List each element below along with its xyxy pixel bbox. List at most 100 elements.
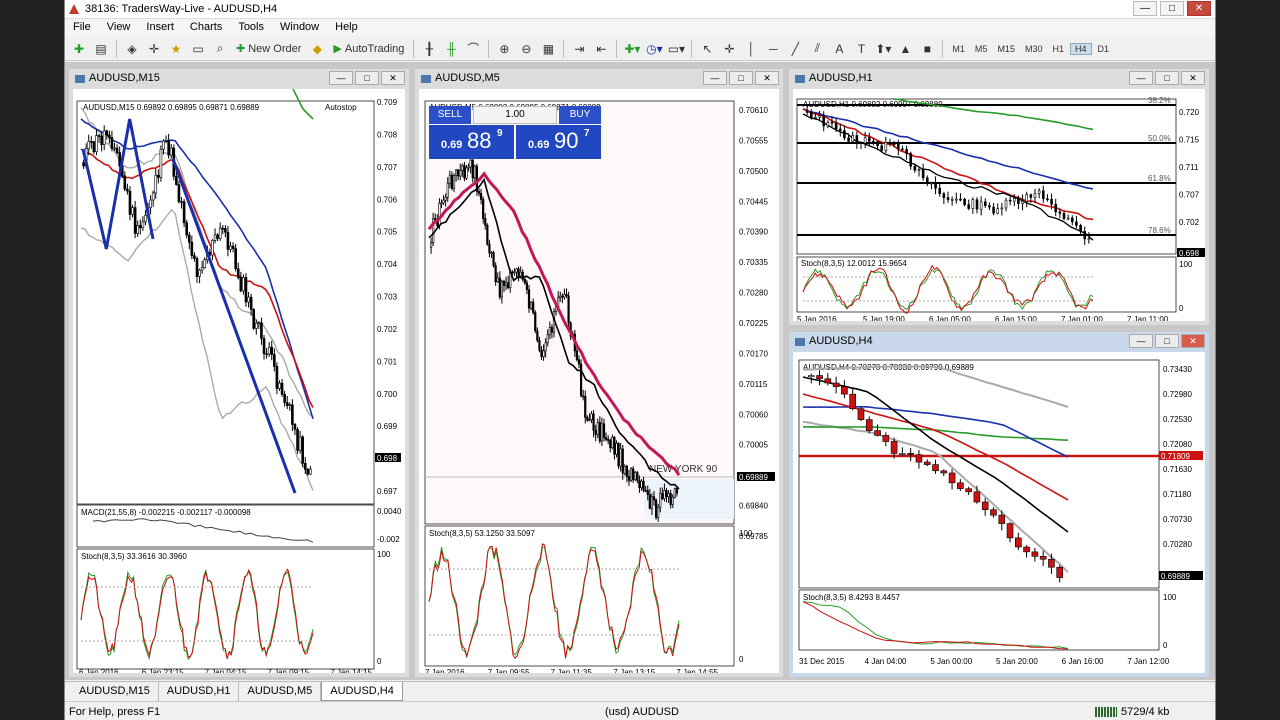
price-axis-label: 0.720 [1179, 108, 1200, 117]
candle [636, 472, 639, 481]
menu-window[interactable]: Window [272, 19, 327, 36]
label-icon[interactable]: T [851, 39, 871, 59]
chart-close-button[interactable]: ✕ [381, 71, 405, 85]
vertical-line-icon[interactable]: │ [741, 39, 761, 59]
menu-help[interactable]: Help [327, 19, 366, 36]
zoom-out-icon[interactable]: ⊖ [516, 39, 536, 59]
sell-price-button[interactable]: 0.69 88 9 [429, 125, 514, 159]
buy-button[interactable]: BUY [559, 106, 601, 124]
chart-info: AUDUSD,M15 0.69892 0.69895 0.69871 0.698… [83, 103, 260, 112]
menu-insert[interactable]: Insert [138, 19, 182, 36]
triangle-icon[interactable]: ▲ [895, 39, 915, 59]
zoom-in-icon[interactable]: ⊕ [494, 39, 514, 59]
price-axis-label: 0.72080 [1163, 440, 1192, 449]
tf-m15[interactable]: M15 [993, 44, 1019, 54]
candle [211, 240, 214, 256]
ma-fast [802, 376, 1069, 533]
tab-audusd-m15[interactable]: AUDUSD,M15 [71, 682, 159, 701]
menu-view[interactable]: View [99, 19, 139, 36]
chart-maximize-button[interactable]: □ [1155, 334, 1179, 348]
chart-close-button[interactable]: ✕ [1181, 334, 1205, 348]
candle [507, 282, 510, 288]
arrows-icon[interactable]: ⬆▾ [873, 39, 893, 59]
menu-tools[interactable]: Tools [230, 19, 272, 36]
candle [917, 169, 921, 171]
candle [849, 393, 856, 409]
candle [826, 121, 830, 127]
stoch-pane [424, 525, 735, 667]
text-icon[interactable]: A [829, 39, 849, 59]
navigator-icon[interactable]: ★ [166, 39, 186, 59]
chart-minimize-button[interactable]: — [1129, 334, 1153, 348]
candle [457, 169, 460, 177]
close-button[interactable]: ✕ [1187, 1, 1211, 16]
candle [546, 334, 549, 344]
chart-maximize-button[interactable]: □ [355, 71, 379, 85]
menu-charts[interactable]: Charts [182, 19, 230, 36]
chart-close-button[interactable]: ✕ [1181, 71, 1205, 85]
chart-minimize-button[interactable]: — [1129, 71, 1153, 85]
maximize-button[interactable]: □ [1160, 1, 1184, 16]
tf-h1[interactable]: H1 [1048, 44, 1068, 54]
channel-icon[interactable]: ⫽ [807, 39, 827, 59]
time-axis-label: 6 Jan 2016 [79, 668, 119, 673]
data-window-icon[interactable]: ✛ [144, 39, 164, 59]
autotrading-button[interactable]: ▶ AutoTrading [329, 39, 408, 59]
tf-m1[interactable]: M1 [948, 44, 969, 54]
tile-windows-icon[interactable]: ▦ [538, 39, 558, 59]
candle [438, 203, 441, 227]
candle [814, 116, 817, 119]
trendline-icon[interactable]: ╱ [785, 39, 805, 59]
metaeditor-icon[interactable]: ◆ [307, 39, 327, 59]
candlestick-icon[interactable]: ╫ [441, 39, 461, 59]
candle [97, 135, 101, 137]
sell-button[interactable]: SELL [429, 106, 471, 124]
indicators-icon[interactable]: ✚▾ [622, 39, 642, 59]
candle [983, 201, 987, 206]
menu-file[interactable]: File [65, 19, 99, 36]
market-watch-icon[interactable]: ◈ [122, 39, 142, 59]
auto-scroll-icon[interactable]: ⇥ [569, 39, 589, 59]
time-axis-label: 7 Jan 09:15 [267, 668, 309, 673]
candle [888, 141, 892, 145]
chart-canvas-h4[interactable]: AUDUSD,H4 0.70270 0.70330 0.69799 0.6988… [793, 352, 1205, 673]
tf-d1[interactable]: D1 [1094, 44, 1114, 54]
horizontal-line-icon[interactable]: ─ [763, 39, 783, 59]
minimize-button[interactable]: — [1133, 1, 1157, 16]
new-order-button[interactable]: ✚ New Order [232, 39, 305, 59]
strategy-tester-icon[interactable]: ⌕ [210, 39, 230, 59]
candle [1000, 207, 1004, 210]
candle [965, 488, 972, 493]
profiles-icon[interactable]: ▤ [91, 39, 111, 59]
crosshair-icon[interactable]: ✛ [719, 39, 739, 59]
chart-maximize-button[interactable]: □ [729, 71, 753, 85]
chart-minimize-button[interactable]: — [703, 71, 727, 85]
lot-size-input[interactable]: 1.00 [473, 106, 557, 124]
new-chart-icon[interactable]: ✚ [69, 39, 89, 59]
chart-canvas-h1[interactable]: AUDUSD,H1 0.69892 0.69997 0.698890.7200.… [793, 89, 1205, 321]
periods-icon[interactable]: ◷▾ [644, 39, 664, 59]
tab-audusd-h4[interactable]: AUDUSD,H4 [321, 682, 403, 701]
tf-m30[interactable]: M30 [1021, 44, 1047, 54]
tf-m5[interactable]: M5 [971, 44, 992, 54]
templates-icon[interactable]: ▭▾ [666, 39, 686, 59]
chart-canvas-m15[interactable]: AUDUSD,M15 0.69892 0.69895 0.69871 0.698… [73, 89, 405, 673]
chart-maximize-button[interactable]: □ [1155, 71, 1179, 85]
buy-price-button[interactable]: 0.69 90 7 [516, 125, 601, 159]
candle [198, 269, 201, 277]
terminal-icon[interactable]: ▭ [188, 39, 208, 59]
candle [824, 378, 832, 384]
tf-h4[interactable]: H4 [1069, 42, 1092, 55]
candle [463, 165, 466, 179]
tab-audusd-m5[interactable]: AUDUSD,M5 [239, 682, 322, 701]
rectangle-icon[interactable]: ■ [917, 39, 937, 59]
cursor-icon[interactable]: ↖ [697, 39, 717, 59]
chart-shift-icon[interactable]: ⇤ [591, 39, 611, 59]
chart-close-button[interactable]: ✕ [755, 71, 779, 85]
tab-audusd-h1[interactable]: AUDUSD,H1 [159, 682, 240, 701]
candle [459, 170, 462, 177]
chart-canvas-m5[interactable]: AUDUSD,M5 0.69892 0.69895 0.69871 0.6988… [419, 89, 779, 673]
bar-chart-icon[interactable]: ╂ [419, 39, 439, 59]
line-chart-icon[interactable]: ⌒ [463, 39, 483, 59]
chart-minimize-button[interactable]: — [329, 71, 353, 85]
